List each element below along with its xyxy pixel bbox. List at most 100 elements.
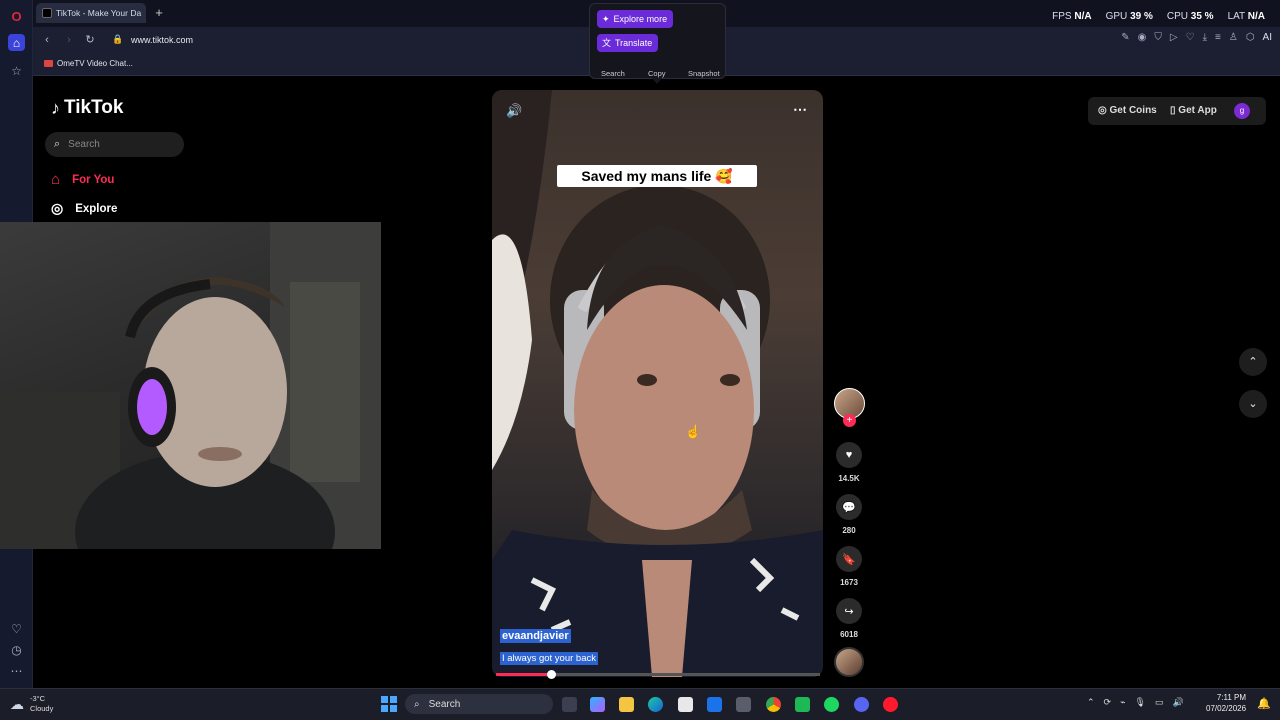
coin-icon: ◎ xyxy=(1098,105,1107,116)
chrome-icon[interactable] xyxy=(766,697,781,712)
taskbar-search[interactable]: ⌕ Search xyxy=(405,694,553,714)
explore-more-button[interactable]: ✦ Explore more xyxy=(597,10,674,28)
get-coins-label: Get Coins xyxy=(1109,105,1157,116)
lat-value: N/A xyxy=(1247,11,1265,22)
comment-button[interactable]: 💬 280 xyxy=(836,494,862,535)
browser-toolbar-right: ✎ ◉ ⛉ ▷ ♡ ⤓ ≡ ♙ ⬡ AI xyxy=(1121,32,1272,43)
history-icon[interactable]: ◷ xyxy=(8,641,25,658)
bookmark-icon: 🔖 xyxy=(836,546,862,572)
video-progress-bar[interactable] xyxy=(496,670,820,679)
windows-start-icon[interactable] xyxy=(381,696,397,712)
opera-icon[interactable] xyxy=(883,697,898,712)
new-tab-button[interactable]: + xyxy=(152,6,166,20)
search-icon: ⌕ xyxy=(54,138,61,150)
lat-label: LAT xyxy=(1227,11,1245,22)
home-icon: ⌂ xyxy=(51,171,61,188)
edit-icon[interactable]: ✎ xyxy=(1121,32,1129,43)
video-progress-handle[interactable] xyxy=(547,670,557,679)
music-disc[interactable] xyxy=(834,647,864,677)
previous-video-button[interactable]: ⌃ xyxy=(1239,348,1267,376)
search-icon: ⌕ xyxy=(414,698,420,710)
display-icon[interactable]: ▭ xyxy=(1155,697,1164,708)
home-icon[interactable]: ⌂ xyxy=(8,34,25,51)
save-button[interactable]: 🔖 1673 xyxy=(836,546,862,587)
next-video-button[interactable]: ⌄ xyxy=(1239,390,1267,418)
search-input[interactable]: ⌕ Search xyxy=(45,132,184,157)
discord-icon[interactable] xyxy=(854,697,869,712)
volume-icon[interactable]: 🔊 xyxy=(506,103,522,119)
nav-for-you[interactable]: ⌂ For You xyxy=(51,171,114,188)
store-icon[interactable] xyxy=(678,697,693,712)
translate-button[interactable]: 文 Translate xyxy=(597,34,659,52)
reload-icon[interactable]: ↻ xyxy=(82,32,98,48)
profile-icon[interactable]: ♙ xyxy=(1229,32,1238,43)
chevron-up-icon[interactable]: ⌃ xyxy=(1087,697,1095,708)
bookmark-label: OmeTV Video Chat... xyxy=(57,59,133,68)
get-coins-button[interactable]: ◎ Get Coins xyxy=(1098,105,1157,116)
ai-button[interactable]: AI xyxy=(1263,32,1272,43)
app-icon[interactable] xyxy=(736,697,751,712)
weather-widget[interactable]: ☁ -3°C Cloudy xyxy=(10,694,53,714)
popup-pointer xyxy=(652,78,662,84)
video-username[interactable]: evaandjavier xyxy=(500,629,571,643)
menu-icon[interactable]: ≡ xyxy=(1215,32,1221,43)
video-progress-fill xyxy=(496,673,552,676)
comment-count: 280 xyxy=(842,526,856,535)
ometv-favicon-icon xyxy=(44,60,53,67)
spotify-icon[interactable] xyxy=(824,697,839,712)
follow-plus-icon[interactable]: + xyxy=(843,414,856,427)
volume-icon[interactable]: 🔊 xyxy=(1172,697,1183,708)
nav-explore[interactable]: ◎ Explore xyxy=(51,200,117,217)
more-options-icon[interactable]: ⋯ xyxy=(793,101,807,118)
play-icon[interactable]: ▷ xyxy=(1170,32,1178,43)
tiktok-note-icon: ♪ xyxy=(51,97,60,118)
file-explorer-icon[interactable] xyxy=(619,697,634,712)
back-icon[interactable]: ‹ xyxy=(39,32,55,48)
star-icon[interactable]: ☆ xyxy=(8,62,25,79)
camera-icon[interactable]: ◉ xyxy=(1138,32,1147,43)
url-field[interactable]: www.tiktok.com xyxy=(131,35,193,45)
notification-icon[interactable]: 🔔 xyxy=(1257,697,1271,710)
system-tray: ⌃ ⟳ ⌁ 🎙 ▭ 🔊 xyxy=(1087,697,1184,708)
microphone-icon[interactable]: 🎙 xyxy=(1135,697,1146,708)
heart-icon[interactable]: ♡ xyxy=(8,620,25,637)
cpu-label: CPU xyxy=(1166,11,1188,22)
gpu-label: GPU xyxy=(1105,11,1128,22)
tiktok-logo[interactable]: ♪ TikTok xyxy=(51,97,123,119)
cpu-value: 35 % xyxy=(1190,11,1214,22)
save-count: 1673 xyxy=(840,578,858,587)
popup-search-button[interactable]: Search xyxy=(601,69,625,78)
copilot-icon[interactable] xyxy=(590,697,605,712)
opera-logo-icon[interactable]: O xyxy=(8,8,25,25)
taskbar-clock[interactable]: 7:11 PM 07/02/2026 xyxy=(1206,692,1246,714)
popup-copy-button[interactable]: Copy xyxy=(648,69,666,78)
extensions-icon[interactable]: ⬡ xyxy=(1246,32,1255,43)
mail-icon[interactable] xyxy=(707,697,722,712)
sync-icon[interactable]: ⟳ xyxy=(1104,697,1112,708)
popup-snapshot-button[interactable]: Snapshot xyxy=(688,69,720,78)
chevron-down-icon: ⌄ xyxy=(1248,398,1258,410)
compass-icon: ◎ xyxy=(51,200,64,216)
get-app-button[interactable]: ▯ Get App xyxy=(1170,105,1217,116)
task-view-icon[interactable] xyxy=(562,697,577,712)
heart-icon[interactable]: ♡ xyxy=(1186,32,1195,43)
share-button[interactable]: ↪ 6018 xyxy=(836,598,862,639)
profile-avatar[interactable]: g xyxy=(1234,103,1250,119)
tab-tiktok[interactable]: TikTok - Make Your Da xyxy=(36,3,146,23)
bookmark-ometv[interactable]: OmeTV Video Chat... xyxy=(44,59,133,68)
forward-icon[interactable]: › xyxy=(61,32,77,48)
share-icon: ↪ xyxy=(836,598,862,624)
app-green-icon[interactable] xyxy=(795,697,810,712)
edge-icon[interactable] xyxy=(648,697,663,712)
chevron-up-icon: ⌃ xyxy=(1248,356,1258,368)
like-count: 14.5K xyxy=(838,474,860,483)
more-icon[interactable]: ⋯ xyxy=(8,662,25,679)
network-icon[interactable]: ⌁ xyxy=(1120,697,1125,708)
cursor-icon: ☝ xyxy=(685,424,702,439)
shield-icon[interactable]: ⛉ xyxy=(1154,32,1162,43)
download-icon[interactable]: ⤓ xyxy=(1203,32,1207,43)
like-button[interactable]: ♥ 14.5K xyxy=(836,442,862,483)
lock-icon: 🔒 xyxy=(112,34,124,44)
fps-value: N/A xyxy=(1074,11,1092,22)
share-count: 6018 xyxy=(840,630,858,639)
